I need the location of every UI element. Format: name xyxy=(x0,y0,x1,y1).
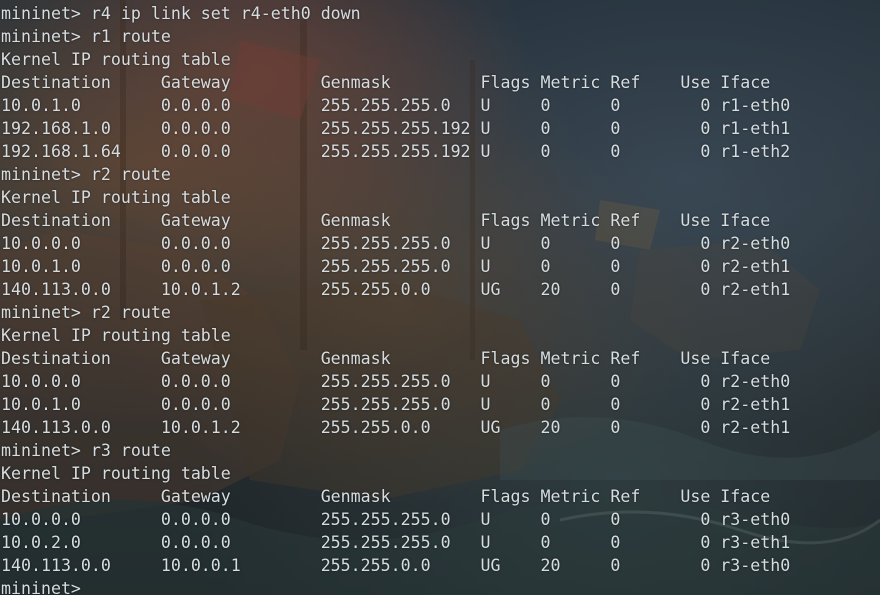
prompt-text: mininet> xyxy=(1,579,91,595)
table-row: 10.0.1.0 0.0.0.0 255.255.255.0 U 0 0 0 r… xyxy=(1,96,791,115)
table-header-line: Destination Gateway Genmask Flags Metric… xyxy=(1,211,771,230)
table-header-line: Destination Gateway Genmask Flags Metric… xyxy=(1,487,771,506)
terminal-line: Kernel IP routing table xyxy=(1,464,231,483)
terminal-line: Kernel IP routing table xyxy=(1,326,231,345)
prompt-line[interactable]: mininet> xyxy=(1,577,790,595)
table-row: 192.168.1.0 0.0.0.0 255.255.255.192 U 0 … xyxy=(1,119,791,138)
terminal-window[interactable]: mininet> r4 ip link set r4-eth0 down mini… xyxy=(0,0,880,595)
terminal-line: mininet> r2 route xyxy=(1,165,171,184)
table-row: 10.0.0.0 0.0.0.0 255.255.255.0 U 0 0 0 r… xyxy=(1,372,791,391)
table-row: 10.0.0.0 0.0.0.0 255.255.255.0 U 0 0 0 r… xyxy=(1,234,791,253)
table-row: 10.0.0.0 0.0.0.0 255.255.255.0 U 0 0 0 r… xyxy=(1,510,791,529)
table-row: 140.113.0.0 10.0.0.1 255.255.0.0 UG 20 0… xyxy=(1,556,791,575)
table-row: 10.0.1.0 0.0.0.0 255.255.255.0 U 0 0 0 r… xyxy=(1,257,791,276)
terminal-output[interactable]: mininet> r4 ip link set r4-eth0 down mini… xyxy=(1,2,790,595)
table-header-line: Destination Gateway Genmask Flags Metric… xyxy=(1,73,771,92)
terminal-line: mininet> r4 ip link set r4-eth0 down xyxy=(1,4,361,23)
table-header-line: Destination Gateway Genmask Flags Metric… xyxy=(1,349,771,368)
terminal-line: mininet> r1 route xyxy=(1,27,171,46)
terminal-line: mininet> r2 route xyxy=(1,303,171,322)
table-row: 140.113.0.0 10.0.1.2 255.255.0.0 UG 20 0… xyxy=(1,280,791,299)
table-row: 192.168.1.64 0.0.0.0 255.255.255.192 U 0… xyxy=(1,142,791,161)
text-cursor xyxy=(91,579,101,595)
table-row: 140.113.0.0 10.0.1.2 255.255.0.0 UG 20 0… xyxy=(1,418,791,437)
terminal-line: mininet> r3 route xyxy=(1,441,171,460)
table-row: 10.0.1.0 0.0.0.0 255.255.255.0 U 0 0 0 r… xyxy=(1,395,791,414)
terminal-line: Kernel IP routing table xyxy=(1,188,231,207)
terminal-line: Kernel IP routing table xyxy=(1,50,231,69)
table-row: 10.0.2.0 0.0.0.0 255.255.255.0 U 0 0 0 r… xyxy=(1,533,791,552)
